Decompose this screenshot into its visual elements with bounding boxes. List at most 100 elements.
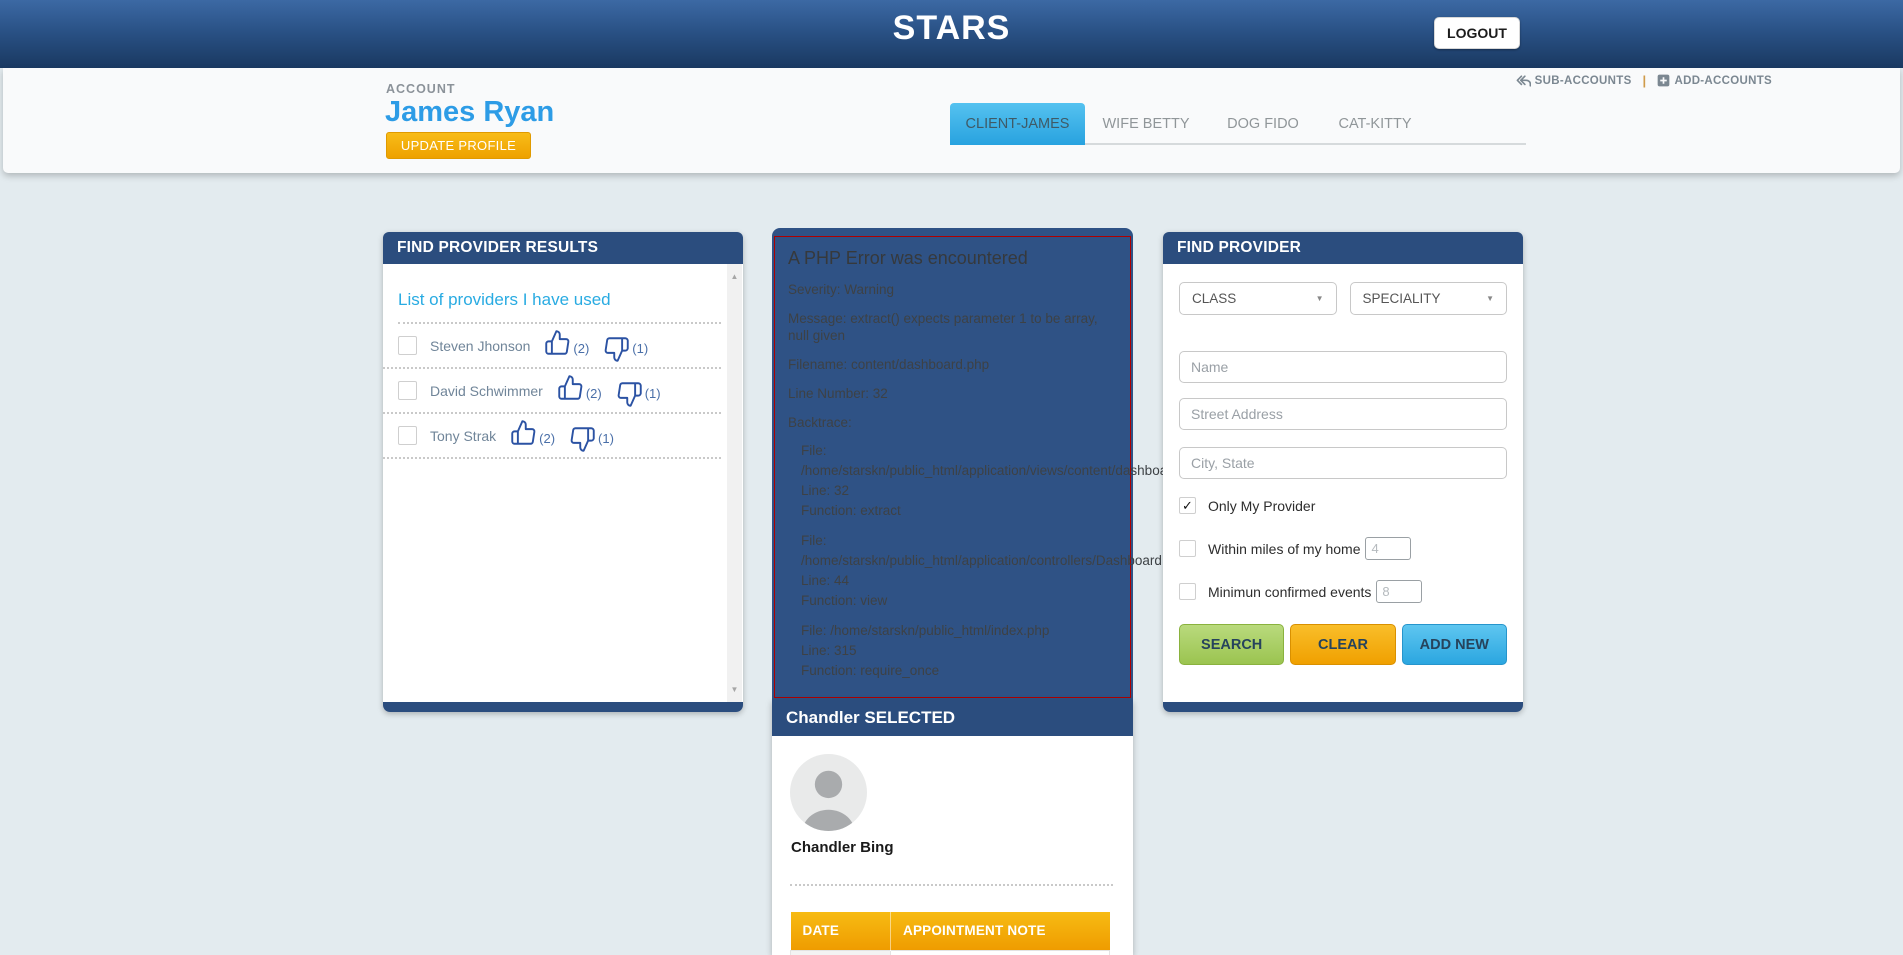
account-tabs: CLIENT-JAMES WIFE BETTY DOG FIDO CAT-KIT… — [950, 103, 1526, 145]
add-new-button[interactable]: ADD NEW — [1401, 624, 1507, 665]
logout-button[interactable]: LOGOUT — [1434, 17, 1520, 49]
app-title: STARS — [892, 9, 1011, 47]
panel-footer — [1163, 702, 1523, 712]
within-miles-row: Within miles of my home — [1179, 537, 1507, 560]
thumbs-down-icon[interactable] — [603, 336, 630, 363]
divider — [790, 884, 1113, 886]
provider-checkbox[interactable] — [398, 336, 417, 355]
add-accounts-link[interactable]: ADD-ACCOUNTS — [1657, 74, 1772, 87]
error-title: A PHP Error was encountered — [788, 248, 1028, 268]
search-button[interactable]: SEARCH — [1179, 624, 1285, 665]
backtrace-file-label: File: — [801, 443, 827, 458]
likes-count: (2) — [573, 341, 590, 356]
add-accounts-label: ADD-ACCOUNTS — [1674, 74, 1772, 87]
min-events-checkbox[interactable] — [1179, 583, 1196, 600]
panel-title: FIND PROVIDER — [1163, 232, 1523, 264]
links-separator: | — [1642, 73, 1647, 88]
sub-accounts-link[interactable]: SUB-ACCOUNTS — [1516, 74, 1632, 88]
account-label: ACCOUNT — [386, 82, 456, 96]
tab-dog-fido[interactable]: DOG FIDO — [1207, 103, 1319, 145]
within-miles-checkbox[interactable] — [1179, 540, 1196, 557]
table-row — [790, 949, 1110, 955]
chevron-down-icon: ▼ — [1486, 294, 1494, 303]
dislikes-count: (1) — [644, 386, 661, 401]
list-scrollbar[interactable]: ▲ ▼ — [727, 264, 742, 702]
account-name: James Ryan — [385, 96, 555, 128]
selected-provider-panel: Chandler SELECTED Chandler Bing DATE APP… — [772, 700, 1133, 955]
city-state-input[interactable] — [1179, 447, 1507, 479]
selected-provider-title: Chandler SELECTED — [772, 700, 1133, 736]
provider-checkbox[interactable] — [398, 381, 417, 400]
provider-name[interactable]: Steven Jhonson — [430, 338, 530, 354]
backtrace-line: Line: 44 — [801, 573, 850, 588]
thumbs-up-icon[interactable] — [557, 374, 584, 401]
name-input[interactable] — [1179, 351, 1507, 383]
thumbs-down-icon[interactable] — [569, 426, 596, 453]
account-links: SUB-ACCOUNTS | ADD-ACCOUNTS — [1516, 73, 1772, 88]
chevron-down-icon: ▼ — [1315, 294, 1324, 303]
within-miles-label: Within miles of my home — [1208, 540, 1361, 557]
thumbs-down-icon[interactable] — [616, 381, 643, 408]
provider-results-body: List of providers I have used Steven Jho… — [383, 264, 743, 702]
providers-subtitle: List of providers I have used — [398, 290, 611, 309]
provider-name[interactable]: David Schwimmer — [430, 383, 543, 399]
find-provider-results-panel: FIND PROVIDER RESULTS List of providers … — [383, 232, 743, 712]
find-provider-panel: FIND PROVIDER CLASS ▼ SPECIALITY ▼ ✓ Onl… — [1163, 232, 1523, 712]
error-message: Message: extract() expects parameter 1 t… — [788, 311, 1098, 343]
likes-count: (2) — [585, 386, 602, 401]
select-row: CLASS ▼ SPECIALITY ▼ — [1179, 282, 1507, 315]
panel-title: FIND PROVIDER RESULTS — [383, 232, 743, 264]
backtrace-file-label: File: — [801, 533, 827, 548]
backtrace-file-path: /home/starskn/public_html/application/co… — [801, 553, 1189, 568]
error-filename: Filename: content/dashboard.php — [788, 357, 990, 372]
provider-name[interactable]: Tony Strak — [430, 428, 496, 444]
tab-client-james[interactable]: CLIENT-JAMES — [950, 103, 1085, 145]
speciality-select[interactable]: SPECIALITY ▼ — [1349, 282, 1507, 315]
top-header: STARS LOGOUT — [0, 0, 1903, 68]
table-cell-date — [790, 949, 891, 955]
provider-row: Steven Jhonson (2) (1) — [383, 324, 721, 369]
thumbs-up-icon[interactable] — [510, 419, 537, 446]
speciality-select-value: SPECIALITY — [1362, 291, 1441, 306]
update-profile-button[interactable]: UPDATE PROFILE — [386, 132, 531, 159]
backtrace-entry: File: /home/starskn/public_html/index.ph… — [801, 621, 1118, 681]
backtrace-label: Backtrace: — [788, 415, 852, 430]
plus-square-icon — [1657, 74, 1670, 87]
table-header-row: DATE APPOINTMENT NOTE — [790, 912, 1110, 950]
only-my-provider-row: ✓ Only My Provider — [1179, 497, 1507, 514]
tab-wife-betty[interactable]: WIFE BETTY — [1085, 103, 1207, 145]
person-silhouette-icon — [790, 754, 867, 831]
backtrace-file-label: File: /home/starskn/public_html/index.ph… — [801, 623, 1050, 638]
provider-row: David Schwimmer (2) (1) — [383, 369, 721, 414]
backtrace-function: Function: require_once — [801, 663, 940, 678]
php-error-box: A PHP Error was encountered Severity: Wa… — [774, 236, 1206, 698]
provider-checkbox[interactable] — [398, 426, 417, 445]
scroll-down-icon[interactable]: ▼ — [727, 685, 742, 694]
likes-count: (2) — [539, 431, 556, 446]
backtrace-function: Function: view — [801, 593, 888, 608]
min-events-label: Minimun confirmed events — [1208, 583, 1372, 600]
clear-button[interactable]: CLEAR — [1290, 624, 1396, 665]
error-line-number: Line Number: 32 — [788, 386, 888, 401]
account-bar: SUB-ACCOUNTS | ADD-ACCOUNTS ACCOUNT Jame… — [3, 68, 1900, 173]
sub-accounts-label: SUB-ACCOUNTS — [1534, 74, 1632, 87]
thumbs-up-icon[interactable] — [544, 329, 571, 356]
backtrace-line: Line: 315 — [801, 643, 857, 658]
tab-cat-kitty[interactable]: CAT-KITTY — [1319, 103, 1431, 145]
scroll-up-icon[interactable]: ▲ — [727, 272, 742, 281]
appointments-table: DATE APPOINTMENT NOTE — [790, 912, 1110, 955]
column-header-date: DATE — [790, 912, 891, 950]
provider-row: Tony Strak (2) (1) — [383, 414, 721, 459]
only-my-provider-label: Only My Provider — [1208, 497, 1316, 514]
dislikes-count: (1) — [632, 341, 649, 356]
backtrace-entry: File: /home/starskn/public_html/applicat… — [801, 441, 1206, 521]
selected-provider-name: Chandler Bing — [791, 839, 894, 856]
min-events-input[interactable] — [1376, 580, 1423, 603]
dislikes-count: (1) — [598, 431, 614, 446]
street-address-input[interactable] — [1179, 398, 1507, 430]
reply-icon — [1516, 74, 1531, 88]
only-my-provider-checkbox[interactable]: ✓ — [1179, 497, 1196, 514]
class-select[interactable]: CLASS ▼ — [1179, 282, 1337, 315]
php-error-panel: A PHP Error was encountered Severity: Wa… — [772, 228, 1206, 700]
within-miles-input[interactable] — [1365, 537, 1412, 560]
